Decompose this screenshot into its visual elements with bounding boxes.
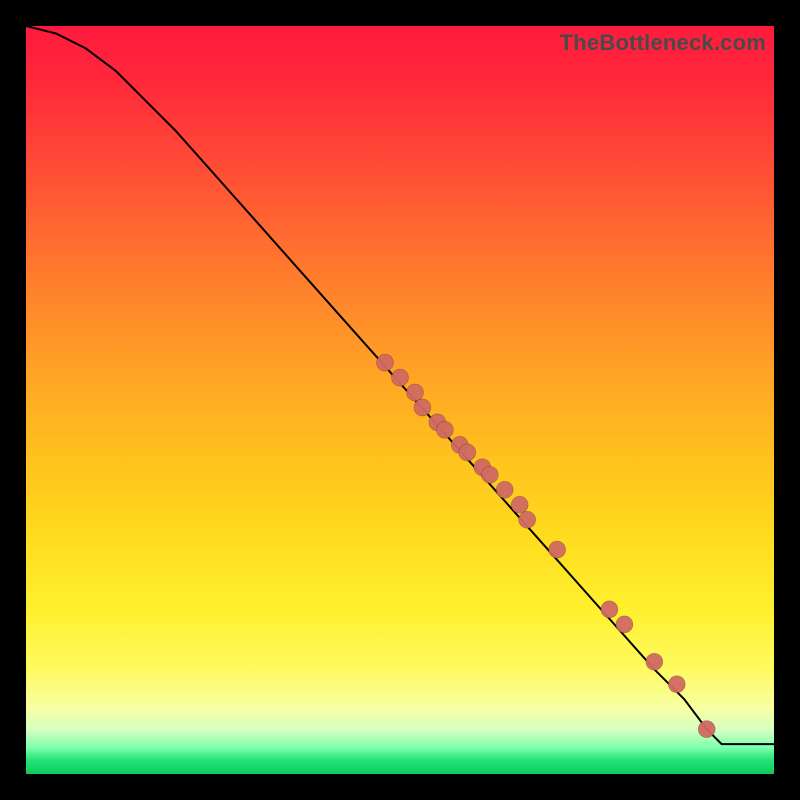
data-point bbox=[646, 653, 663, 670]
data-point bbox=[601, 601, 618, 618]
data-point bbox=[519, 511, 536, 528]
data-point bbox=[436, 421, 453, 438]
data-point bbox=[392, 369, 409, 386]
data-point bbox=[668, 676, 685, 693]
data-point bbox=[698, 721, 715, 738]
data-point bbox=[414, 399, 431, 416]
data-point bbox=[459, 444, 476, 461]
data-point bbox=[496, 481, 513, 498]
data-point bbox=[407, 384, 424, 401]
data-point bbox=[616, 616, 633, 633]
data-point bbox=[511, 496, 528, 513]
data-point bbox=[481, 466, 498, 483]
plot-area: TheBottleneck.com bbox=[26, 26, 774, 774]
chart-overlay bbox=[26, 26, 774, 774]
chart-frame: TheBottleneck.com bbox=[0, 0, 800, 800]
data-point bbox=[549, 541, 566, 558]
data-point bbox=[377, 354, 394, 371]
